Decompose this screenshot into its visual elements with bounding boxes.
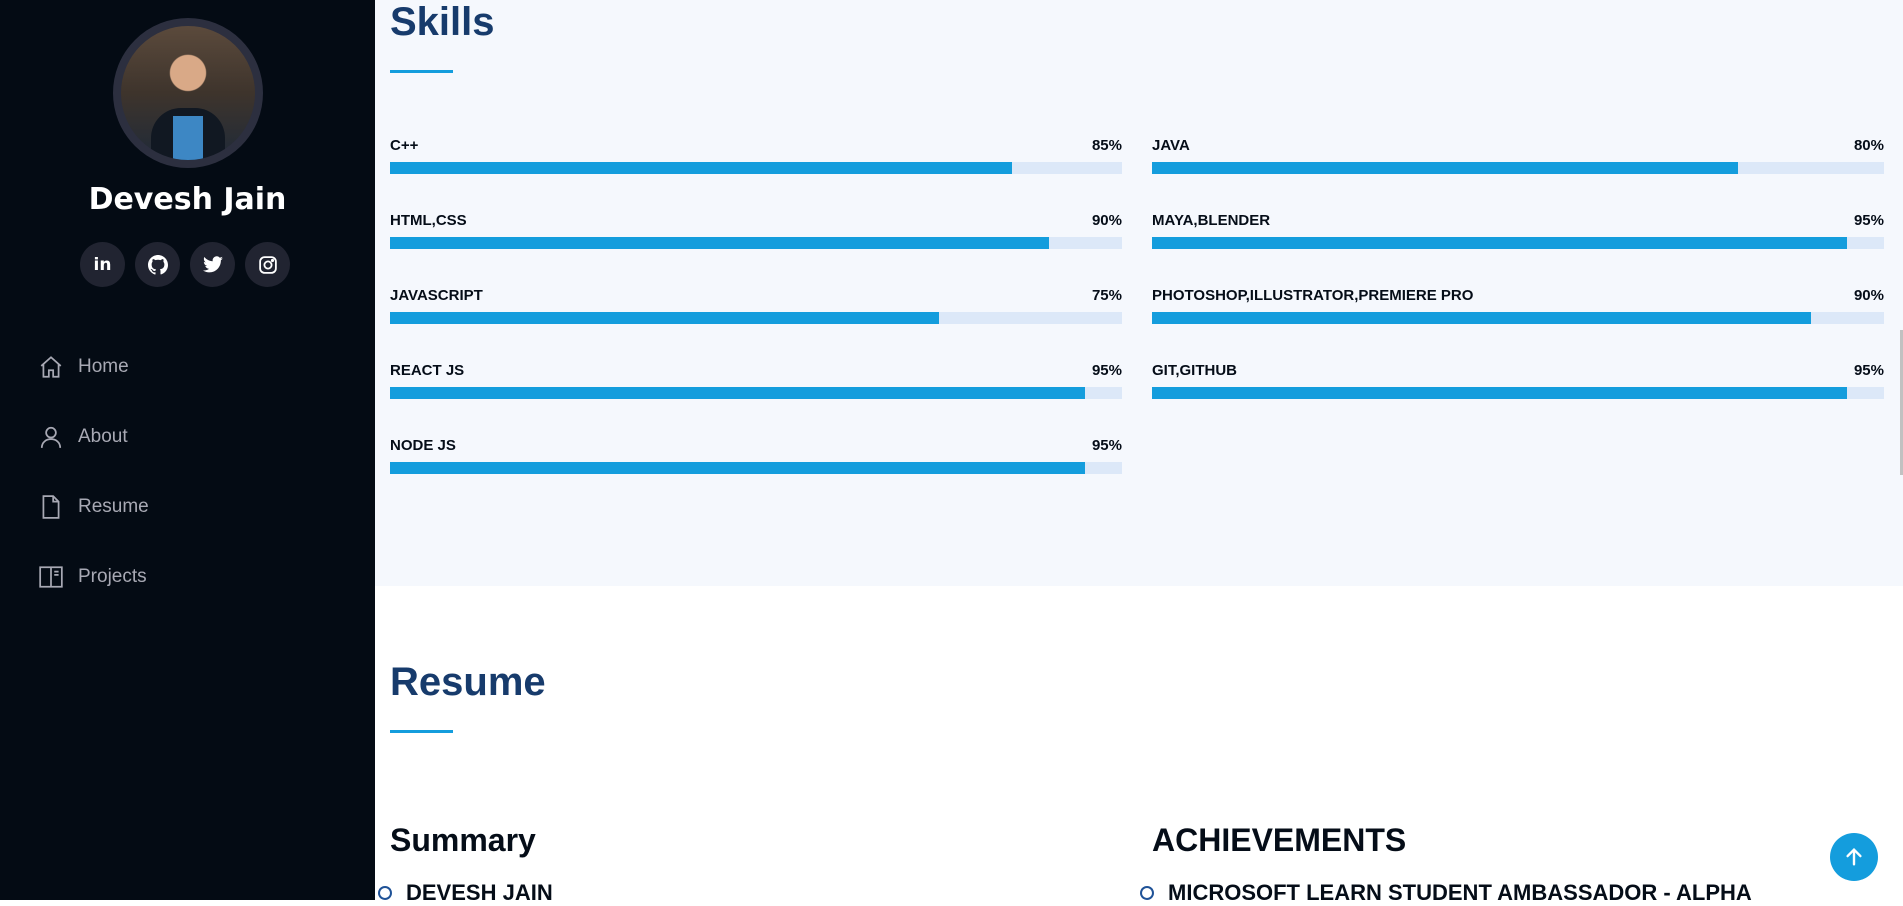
skill-progress-track [1152, 237, 1884, 249]
skill-item: GIT,GITHUB 95% [1152, 360, 1884, 399]
skill-progress-track [1152, 162, 1884, 174]
github-icon [147, 254, 168, 275]
summary-title: Summary [390, 822, 536, 858]
nav-item-label: Resume [78, 496, 149, 517]
github-link[interactable] [135, 242, 180, 287]
skill-name: HTML,CSS [390, 212, 467, 229]
skill-progress-fill [390, 237, 1049, 249]
skill-percent: 75% [1091, 287, 1122, 304]
skill-label-row: C++ 85% [390, 135, 1122, 157]
skill-label-row: JAVASCRIPT 75% [390, 285, 1122, 307]
skill-percent: 80% [1853, 137, 1884, 154]
skill-name: NODE JS [390, 437, 456, 454]
back-to-top-button[interactable] [1830, 833, 1878, 881]
skill-percent: 95% [1853, 362, 1884, 379]
skill-item: NODE JS 95% [390, 435, 1122, 474]
skill-progress-track [390, 237, 1122, 249]
person-icon [40, 426, 62, 448]
skill-progress-track [390, 462, 1122, 474]
nav-item-label: About [78, 426, 128, 447]
skill-label-row: JAVA 80% [1152, 135, 1884, 157]
skill-percent: 85% [1091, 137, 1122, 154]
skill-progress-fill [390, 387, 1086, 399]
skill-item: JAVASCRIPT 75% [390, 285, 1122, 324]
skill-progress-fill [390, 462, 1086, 474]
sidebar: Devesh Jain in Home About Resume Project… [0, 0, 375, 900]
skills-title: Skills [390, 0, 495, 44]
nav-item-resume[interactable]: Resume [38, 472, 149, 542]
skill-progress-fill [1152, 387, 1848, 399]
skill-label-row: NODE JS 95% [390, 435, 1122, 457]
skills-title-underline [390, 70, 453, 73]
skill-label-row: MAYA,BLENDER 95% [1152, 210, 1884, 232]
achievements-title: ACHIEVEMENTS [1152, 822, 1407, 858]
skill-progress-track [390, 312, 1122, 324]
skill-label-row: HTML,CSS 90% [390, 210, 1122, 232]
skill-name: GIT,GITHUB [1152, 362, 1237, 379]
skill-name: C++ [390, 137, 419, 154]
avatar [113, 18, 263, 168]
instagram-icon [258, 255, 277, 274]
skill-item: MAYA,BLENDER 95% [1152, 210, 1884, 249]
skill-progress-fill [1152, 312, 1811, 324]
skill-label-row: REACT JS 95% [390, 360, 1122, 382]
skill-item: JAVA 80% [1152, 135, 1884, 174]
skill-progress-track [1152, 312, 1884, 324]
book-icon [39, 566, 63, 588]
instagram-link[interactable] [245, 242, 290, 287]
skill-progress-track [390, 162, 1122, 174]
nav-item-label: Projects [78, 566, 147, 587]
linkedin-link[interactable]: in [80, 242, 125, 287]
timeline-dot [378, 886, 392, 900]
skill-name: JAVA [1152, 137, 1190, 154]
skill-progress-fill [1152, 237, 1848, 249]
avatar-shirt [173, 116, 203, 160]
skill-progress-fill [390, 162, 1013, 174]
skill-percent: 95% [1091, 362, 1122, 379]
skill-percent: 90% [1853, 287, 1884, 304]
skill-name: REACT JS [390, 362, 465, 379]
achievement-item: MICROSOFT LEARN STUDENT AMBASSADOR - ALP… [1140, 880, 1752, 906]
skill-percent: 90% [1091, 212, 1122, 229]
skill-name: JAVASCRIPT [390, 287, 483, 304]
skill-percent: 95% [1091, 437, 1122, 454]
nav-item-projects[interactable]: Projects [38, 542, 149, 612]
linkedin-icon: in [93, 254, 112, 275]
profile-name: Devesh Jain [88, 182, 287, 217]
achievement-item-title: MICROSOFT LEARN STUDENT AMBASSADOR - ALP… [1168, 880, 1752, 905]
skill-progress-track [1152, 387, 1884, 399]
skill-item: REACT JS 95% [390, 360, 1122, 399]
skill-progress-track [390, 387, 1122, 399]
resume-title-underline [390, 730, 453, 733]
skill-percent: 95% [1853, 212, 1884, 229]
twitter-link[interactable] [190, 242, 235, 287]
twitter-icon [202, 255, 223, 272]
summary-item: DEVESH JAIN [378, 880, 553, 906]
skill-item: C++ 85% [390, 135, 1122, 174]
summary-item-title: DEVESH JAIN [406, 880, 553, 905]
skill-item: HTML,CSS 90% [390, 210, 1122, 249]
social-links: in [80, 242, 290, 287]
skill-label-row: GIT,GITHUB 95% [1152, 360, 1884, 382]
nav-item-about[interactable]: About [38, 402, 149, 472]
nav-item-label: Home [78, 356, 129, 377]
resume-title: Resume [390, 660, 546, 704]
skill-progress-fill [390, 312, 939, 324]
skill-name: MAYA,BLENDER [1152, 212, 1271, 229]
nav-item-home[interactable]: Home [38, 332, 149, 402]
skill-item: PHOTOSHOP,ILLUSTRATOR,PREMIERE PRO 90% [1152, 285, 1884, 324]
home-icon [40, 356, 62, 378]
arrow-up-icon [1846, 847, 1862, 866]
timeline-dot [1140, 886, 1154, 900]
skill-label-row: PHOTOSHOP,ILLUSTRATOR,PREMIERE PRO 90% [1152, 285, 1884, 307]
skill-name: PHOTOSHOP,ILLUSTRATOR,PREMIERE PRO [1152, 287, 1474, 304]
nav-menu: Home About Resume Projects [38, 332, 149, 612]
file-icon [42, 495, 60, 519]
skill-progress-fill [1152, 162, 1738, 174]
